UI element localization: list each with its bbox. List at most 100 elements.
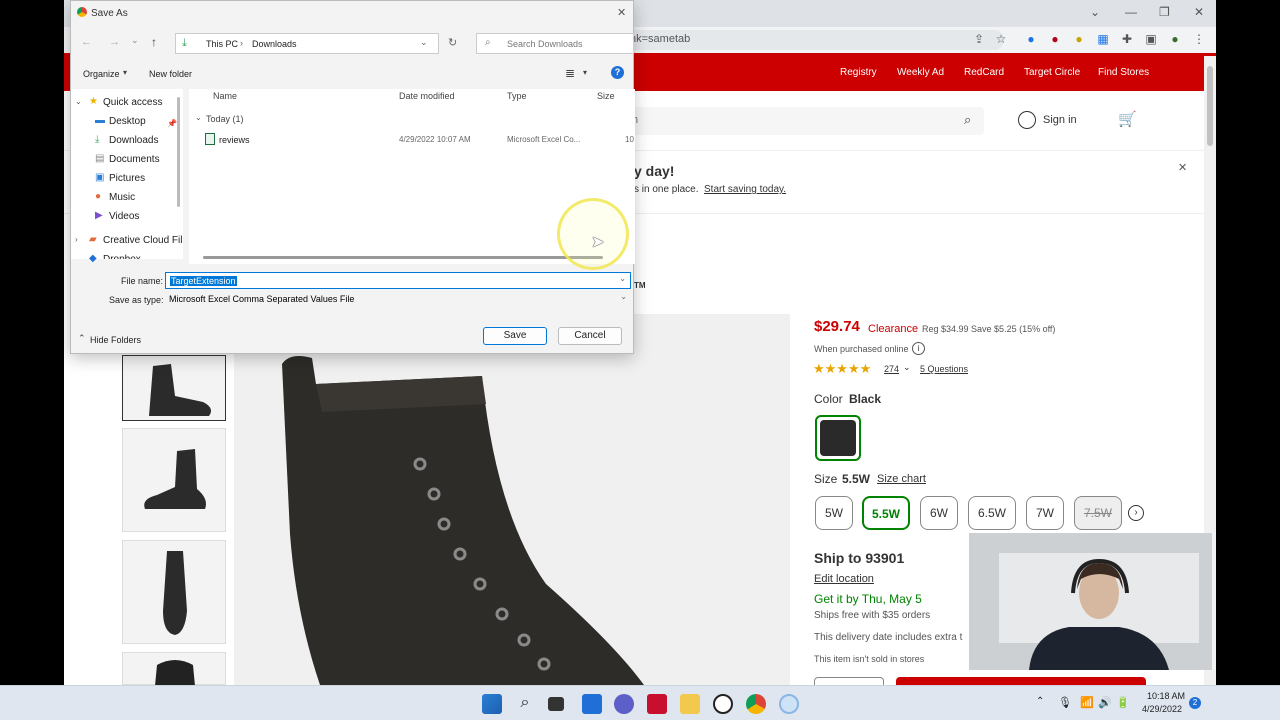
nav-link-redcard[interactable]: RedCard <box>964 67 1004 78</box>
user-icon[interactable] <box>1018 111 1036 129</box>
scrollbar-thumb[interactable] <box>1207 66 1213 146</box>
windows-start-icon[interactable] <box>482 694 502 714</box>
size-option-7w[interactable]: 7W <box>1026 496 1064 530</box>
chevron-down-icon[interactable]: ⌄ <box>903 362 911 373</box>
minimize-icon[interactable]: — <box>1125 5 1137 19</box>
chevron-down-icon[interactable]: ⌄ <box>619 274 626 283</box>
size-option-5-5w[interactable]: 5.5W <box>862 496 910 530</box>
add-to-cart-button[interactable] <box>896 677 1146 685</box>
product-thumbnail[interactable] <box>122 652 226 685</box>
chevron-down-icon[interactable]: ▾ <box>583 68 587 77</box>
horizontal-scrollbar[interactable] <box>203 256 603 259</box>
close-icon[interactable]: ✕ <box>617 6 626 19</box>
sign-in-link[interactable]: Sign in <box>1043 114 1077 126</box>
address-bar[interactable]: nk=sametab <box>624 30 1004 50</box>
size-option-6w[interactable]: 6W <box>920 496 958 530</box>
column-name[interactable]: Name <box>213 91 237 101</box>
product-thumbnail[interactable] <box>122 355 226 421</box>
screen-recorder-icon[interactable] <box>779 694 799 714</box>
file-row[interactable]: reviews 4/29/2022 10:07 AM Microsoft Exc… <box>189 131 635 149</box>
chevron-down-icon[interactable]: ⌄ <box>1090 5 1100 19</box>
clock-time[interactable]: 10:18 AM <box>1147 691 1185 701</box>
nav-link-weekly-ad[interactable]: Weekly Ad <box>897 67 944 78</box>
microphone-icon[interactable]: 🎙 <box>1058 696 1072 709</box>
forward-arrow-icon[interactable]: → <box>109 36 120 48</box>
navpane-scrollbar[interactable] <box>177 97 180 207</box>
volume-icon[interactable]: 🔊 <box>1098 696 1112 709</box>
breadcrumb-this-pc[interactable]: This PC <box>206 39 238 49</box>
chevron-down-icon[interactable]: ⌄ <box>620 292 627 301</box>
dell-icon[interactable] <box>713 694 733 714</box>
nav-quick-access[interactable]: Quick access <box>103 97 162 108</box>
size-option-6-5w[interactable]: 6.5W <box>968 496 1016 530</box>
close-icon[interactable]: ✕ <box>1178 161 1187 174</box>
product-thumbnail[interactable] <box>122 428 226 532</box>
hide-folders-button[interactable]: Hide Folders <box>90 335 141 345</box>
edit-location-link[interactable]: Edit location <box>814 573 874 585</box>
nav-videos[interactable]: Videos <box>109 211 139 222</box>
nav-link-registry[interactable]: Registry <box>840 67 877 78</box>
refresh-icon[interactable]: ↻ <box>448 36 457 49</box>
save-button[interactable]: Save <box>483 327 547 345</box>
battery-icon[interactable]: 🔋 <box>1116 696 1130 709</box>
chevron-up-icon[interactable]: ⌃ <box>1036 696 1044 707</box>
nav-creative-cloud[interactable]: Creative Cloud Fil <box>103 235 182 246</box>
apps-icon[interactable]: ▦ <box>1096 32 1110 46</box>
clock-date[interactable]: 4/29/2022 <box>1142 704 1182 714</box>
column-size[interactable]: Size <box>597 91 615 101</box>
chevron-up-icon[interactable]: ⌃ <box>78 333 86 344</box>
cart-icon[interactable]: 🛒 <box>1118 110 1137 128</box>
save-type-select[interactable]: Microsoft Excel Comma Separated Values F… <box>165 291 631 308</box>
task-view-icon[interactable] <box>548 697 564 711</box>
new-folder-button[interactable]: New folder <box>149 69 192 79</box>
chevron-right-icon[interactable]: › <box>1128 505 1144 521</box>
sidepanel-icon[interactable]: ▣ <box>1144 32 1158 46</box>
chevron-down-icon[interactable]: ▾ <box>123 68 127 77</box>
info-icon[interactable]: i <box>912 342 925 355</box>
chevron-down-icon[interactable]: ⌄ <box>75 97 82 106</box>
mcafee-icon[interactable] <box>647 694 667 714</box>
chevron-right-icon[interactable]: › <box>75 235 78 244</box>
up-arrow-icon[interactable]: ↑ <box>151 35 157 49</box>
breadcrumb-downloads[interactable]: Downloads <box>252 39 297 49</box>
cancel-button[interactable]: Cancel <box>558 327 622 345</box>
maximize-icon[interactable]: ❐ <box>1159 5 1170 19</box>
search-downloads-input[interactable]: ⌕ Search Downloads <box>476 33 634 54</box>
address-breadcrumb[interactable]: ⤓ This PC › Downloads ⌄ <box>175 33 439 54</box>
organize-menu[interactable]: Organize <box>83 69 120 79</box>
nav-documents[interactable]: Documents <box>109 154 160 165</box>
column-type[interactable]: Type <box>507 91 527 101</box>
nav-link-target-circle[interactable]: Target Circle <box>1024 67 1080 78</box>
extension-icon[interactable]: ● <box>1072 32 1086 46</box>
nav-downloads[interactable]: Downloads <box>109 135 158 146</box>
chevron-down-icon[interactable]: ⌄ <box>195 113 202 122</box>
search-icon[interactable]: ⌕ <box>964 112 971 128</box>
menu-icon[interactable]: ⋮ <box>1192 32 1206 46</box>
chevron-down-icon[interactable]: ⌄ <box>420 37 428 48</box>
help-icon[interactable]: ? <box>611 66 624 79</box>
teams-chat-icon[interactable] <box>614 694 634 714</box>
widgets-icon[interactable] <box>582 694 602 714</box>
nav-pictures[interactable]: Pictures <box>109 173 145 184</box>
view-options-icon[interactable]: ≣ <box>565 66 575 80</box>
color-swatch-black[interactable] <box>815 415 861 461</box>
chevron-down-icon[interactable]: ⌄ <box>131 35 139 46</box>
search-icon[interactable]: ⌕ <box>515 694 535 714</box>
wifi-icon[interactable]: 📶 <box>1080 696 1094 709</box>
rating-count[interactable]: 274 <box>884 364 899 374</box>
share-icon[interactable]: ⇪ <box>972 32 986 46</box>
banner-link[interactable]: Start saving today. <box>704 184 786 195</box>
star-icon[interactable]: ☆ <box>994 32 1008 46</box>
profile-avatar[interactable]: ● <box>1168 32 1182 46</box>
nav-desktop[interactable]: Desktop <box>109 116 146 127</box>
product-main-image[interactable] <box>234 314 790 685</box>
nav-link-find-stores[interactable]: Find Stores <box>1098 67 1149 78</box>
file-name-input[interactable]: TargetExtension ⌄ <box>165 272 631 289</box>
notification-badge[interactable]: 2 <box>1189 697 1201 709</box>
target-search-input[interactable]: h ⌕ <box>624 107 984 135</box>
size-chart-link[interactable]: Size chart <box>877 473 926 485</box>
puzzle-icon[interactable]: ✚ <box>1120 32 1134 46</box>
size-option-5w[interactable]: 5W <box>815 496 853 530</box>
file-explorer-icon[interactable] <box>680 694 700 714</box>
chrome-icon[interactable] <box>746 694 766 714</box>
